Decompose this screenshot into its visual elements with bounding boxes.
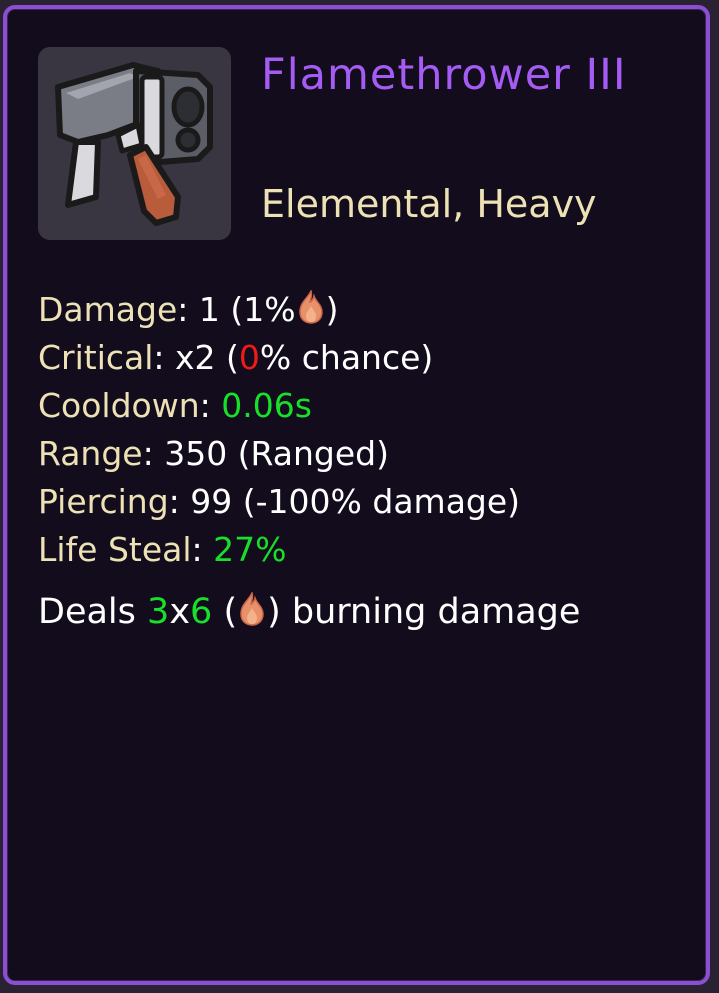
stat-cooldown: Cooldown: 0.06s xyxy=(38,382,520,430)
stat-cooldown-value: 0.06s xyxy=(221,386,312,425)
stat-separator: : xyxy=(177,290,199,329)
effect-suffix: ) burning damage xyxy=(267,592,581,632)
stat-life-steal: Life Steal: 27% xyxy=(38,526,520,574)
burn-effect-description: Deals 3x6 ( ) burning damage xyxy=(38,587,580,637)
stat-piercing: Piercing: 99 (-100% damage) xyxy=(38,478,520,526)
item-tags: Elemental, Heavy xyxy=(261,182,597,226)
stat-separator: : xyxy=(142,434,165,473)
stat-damage-label: Damage xyxy=(38,290,178,329)
stat-critical-multiplier: x2 ( xyxy=(175,338,239,377)
burn-ticks-value: 6 xyxy=(190,592,213,632)
item-name: Flamethrower III xyxy=(261,50,627,100)
stat-damage-value: 1 (1% xyxy=(198,290,296,329)
stat-critical-label: Critical xyxy=(38,338,154,377)
stat-damage: Damage: 1 (1%) xyxy=(38,286,520,334)
stat-critical-suffix: % chance) xyxy=(259,338,434,377)
stat-life-steal-label: Life Steal xyxy=(38,530,192,569)
effect-prefix: Deals xyxy=(38,592,148,632)
stat-damage-close: ) xyxy=(325,290,339,329)
effect-times: x xyxy=(169,592,191,632)
stat-piercing-value: 99 (-100% damage) xyxy=(190,482,521,521)
effect-open-paren: ( xyxy=(212,592,238,632)
stat-separator: : xyxy=(153,338,176,377)
burn-damage-value: 3 xyxy=(147,592,170,632)
stat-separator: : xyxy=(168,482,191,521)
stat-range: Range: 350 (Ranged) xyxy=(38,430,520,478)
stat-range-label: Range xyxy=(38,434,143,473)
flame-icon xyxy=(237,592,267,626)
stat-critical-chance: 0 xyxy=(238,338,260,377)
stat-cooldown-label: Cooldown xyxy=(38,386,200,425)
stat-separator: : xyxy=(199,386,222,425)
stat-separator: : xyxy=(191,530,214,569)
stat-range-value: 350 (Ranged) xyxy=(164,434,389,473)
stats-list: Damage: 1 (1%) Critical: x2 (0% chance) … xyxy=(38,286,520,574)
item-icon-frame xyxy=(38,47,231,240)
flamethrower-icon xyxy=(38,47,231,240)
flame-icon xyxy=(296,290,326,324)
stat-piercing-label: Piercing xyxy=(38,482,169,521)
stat-critical: Critical: x2 (0% chance) xyxy=(38,334,520,382)
item-tooltip-card: Flamethrower III Elemental, Heavy Damage… xyxy=(3,5,710,985)
stat-life-steal-value: 27% xyxy=(213,530,287,569)
